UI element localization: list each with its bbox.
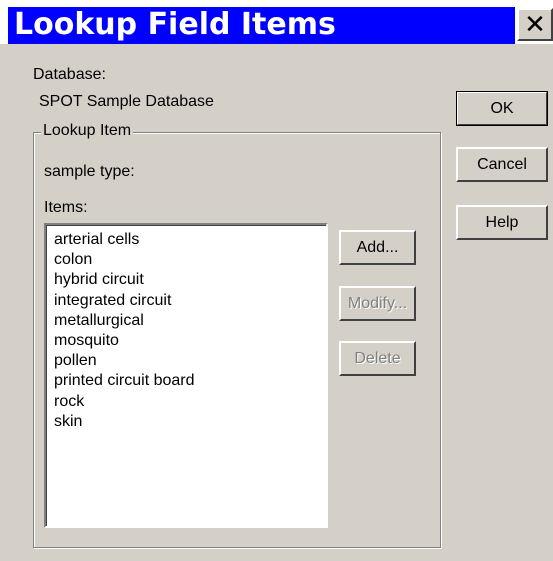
- add-button[interactable]: Add...: [339, 230, 416, 265]
- list-item[interactable]: colon: [54, 250, 326, 270]
- lookup-item-group-legend: Lookup Item: [41, 122, 134, 140]
- list-item[interactable]: integrated circuit: [54, 291, 326, 311]
- list-item[interactable]: metallurgical: [54, 311, 326, 331]
- ok-button[interactable]: OK: [456, 91, 548, 126]
- cancel-button[interactable]: Cancel: [456, 147, 548, 182]
- list-item[interactable]: pollen: [54, 351, 326, 371]
- list-item[interactable]: arterial cells: [54, 230, 326, 250]
- field-name-label: sample type:: [44, 163, 135, 180]
- list-item[interactable]: skin: [54, 412, 326, 432]
- items-label: Items:: [44, 199, 88, 216]
- help-button[interactable]: Help: [456, 205, 548, 240]
- list-item[interactable]: printed circuit board: [54, 371, 326, 391]
- modify-button[interactable]: Modify...: [339, 286, 416, 321]
- database-label: Database:: [33, 66, 106, 83]
- close-icon: ✕: [524, 9, 546, 40]
- lookup-field-items-dialog: Lookup Field Items ✕ Database: SPOT Samp…: [0, 0, 553, 561]
- list-item[interactable]: mosquito: [54, 331, 326, 351]
- list-item[interactable]: hybrid circuit: [54, 270, 326, 290]
- delete-button[interactable]: Delete: [339, 341, 416, 376]
- database-name: SPOT Sample Database: [39, 93, 214, 110]
- items-listbox[interactable]: arterial cells colon hybrid circuit integra…: [44, 223, 328, 528]
- window-title: Lookup Field Items: [8, 7, 515, 44]
- title-bar: Lookup Field Items ✕: [0, 0, 553, 44]
- close-button[interactable]: ✕: [517, 8, 553, 41]
- list-item[interactable]: rock: [54, 392, 326, 412]
